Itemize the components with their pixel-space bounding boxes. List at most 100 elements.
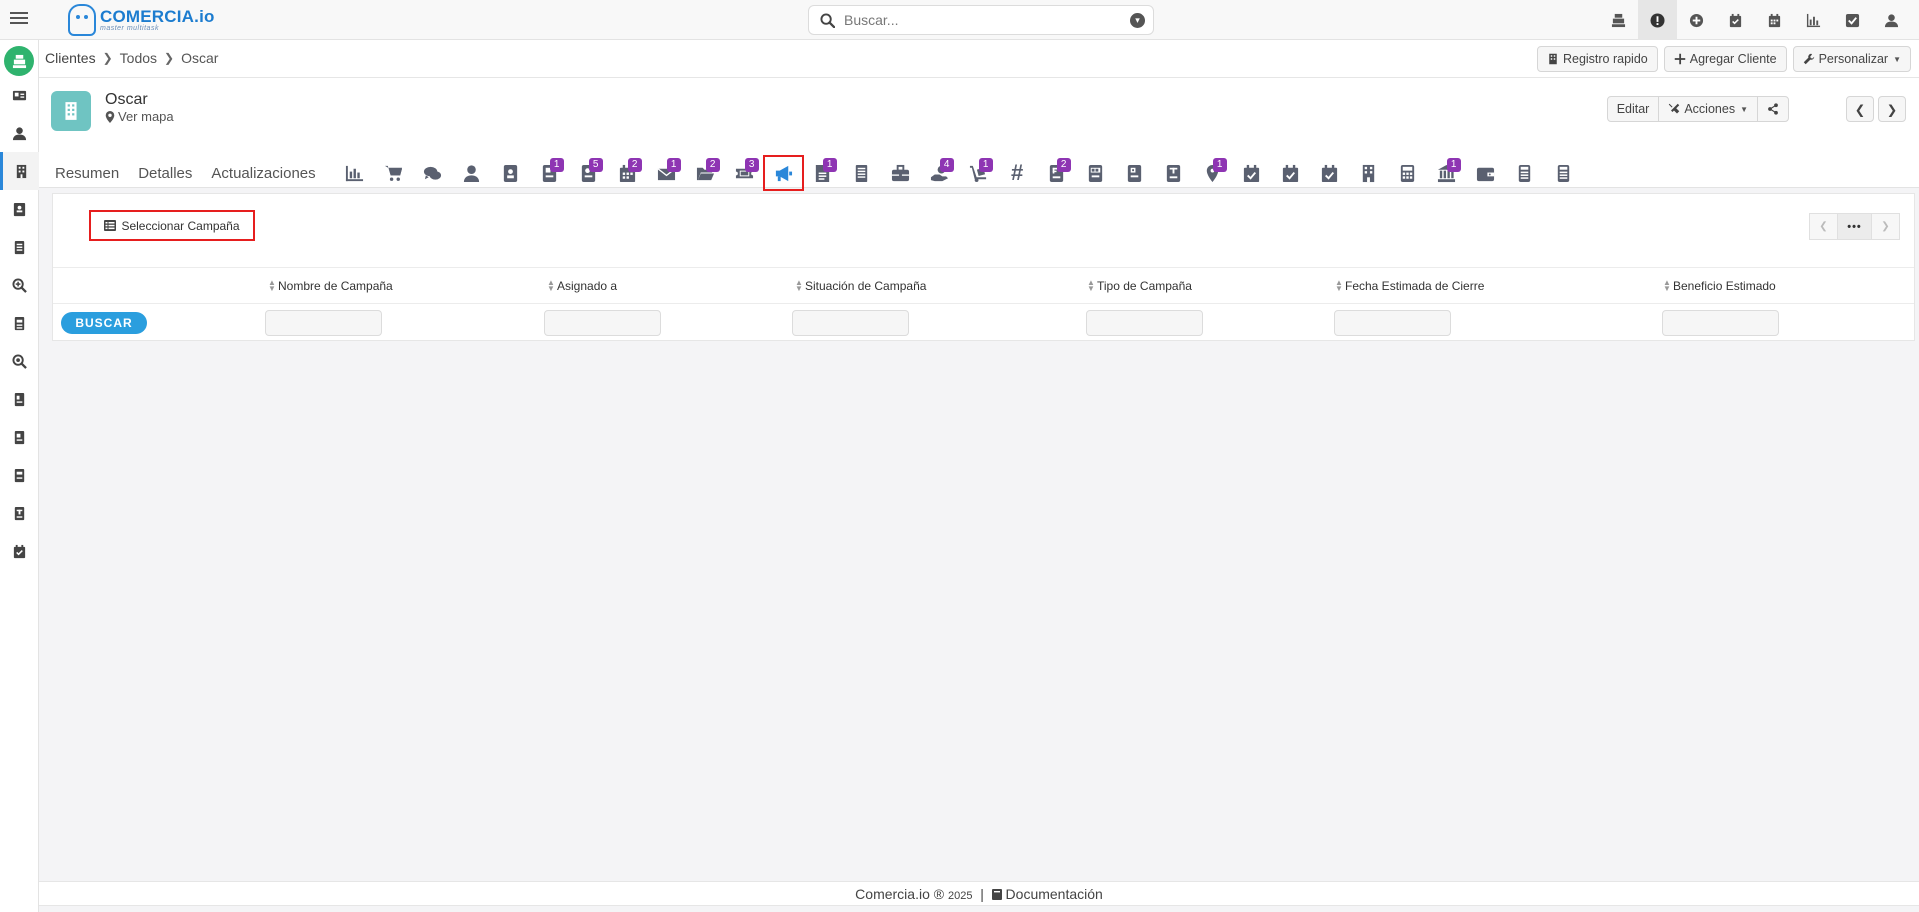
pager-more-button[interactable]: •••	[1837, 213, 1872, 240]
bar-chart-icon[interactable]	[1794, 0, 1833, 40]
buscar-button[interactable]: BUSCAR	[61, 312, 147, 334]
cash-register-icon[interactable]	[1599, 0, 1638, 40]
hamburger-menu-icon[interactable]	[10, 9, 28, 29]
home-register-icon[interactable]	[4, 46, 34, 76]
module-register-icon[interactable]	[1544, 156, 1583, 190]
sidebar-user-icon[interactable]	[0, 114, 39, 152]
pager-prev-button[interactable]: ❮	[1809, 213, 1838, 240]
filter-situacion-input[interactable]	[792, 310, 909, 336]
module-person-icon[interactable]	[452, 156, 491, 190]
module-badge: 2	[627, 158, 642, 172]
module-dolly-icon[interactable]: 1	[959, 156, 998, 190]
module-briefcase-icon[interactable]	[881, 156, 920, 190]
wrench-icon	[1803, 53, 1814, 65]
acciones-label: Acciones	[1684, 102, 1736, 116]
column-nombre-de-campana[interactable]: ▲ ▼ Nombre de Campaña	[268, 279, 393, 294]
filter-asignado-input[interactable]	[544, 310, 661, 336]
column-situacion-de-campana[interactable]: ▲ ▼ Situación de Campaña	[795, 279, 926, 294]
module-invoice-f-icon[interactable]: 2	[1037, 156, 1076, 190]
module-hashtag-icon[interactable]: #	[998, 156, 1037, 190]
left-sidebar	[0, 40, 39, 912]
module-t-doc-icon[interactable]	[1154, 156, 1193, 190]
filter-nombre-input[interactable]	[265, 310, 382, 336]
sidebar-t-doc-icon[interactable]	[0, 494, 39, 532]
agregar-cliente-button[interactable]: Agregar Cliente	[1663, 46, 1787, 72]
module-calendar-check-icon[interactable]	[1232, 156, 1271, 190]
breadcrumb-clientes[interactable]: Clientes	[45, 50, 96, 66]
module-quote-c-icon[interactable]: 1	[530, 156, 569, 190]
module-bank-icon[interactable]: 1	[1427, 156, 1466, 190]
module-cart-icon[interactable]	[374, 156, 413, 190]
search-input[interactable]	[844, 12, 1114, 28]
module-ticket-icon[interactable]: 3	[725, 156, 764, 190]
documentacion-link[interactable]: Documentación	[1006, 886, 1103, 902]
sidebar-contact-book-icon[interactable]	[0, 190, 39, 228]
module-folder-icon[interactable]: 2	[686, 156, 725, 190]
registro-rapido-button[interactable]: Registro rapido	[1536, 46, 1658, 72]
sidebar-search-zoom-icon[interactable]	[0, 342, 39, 380]
module-p-doc-icon[interactable]	[1115, 156, 1154, 190]
caret-down-icon: ▼	[1893, 54, 1901, 64]
sidebar-search-plus-icon[interactable]	[0, 266, 39, 304]
chevron-down-icon[interactable]: ▾	[1130, 13, 1145, 28]
column-asignado-a[interactable]: ▲ ▼ Asignado a	[547, 279, 618, 294]
share-icon	[1768, 103, 1778, 115]
module-calendar-check-icon[interactable]	[1310, 156, 1349, 190]
editar-button[interactable]: Editar	[1606, 96, 1660, 122]
logo-name: COMERCIA.io	[100, 6, 215, 26]
module-calendar-grid-icon[interactable]: 2	[608, 156, 647, 190]
column-beneficio-estimado[interactable]: ▲ ▼ Beneficio Estimado	[1663, 279, 1776, 294]
next-record-button[interactable]: ❯	[1878, 96, 1906, 122]
module-calculator-icon[interactable]	[1388, 156, 1427, 190]
module-email-icon[interactable]: 1	[647, 156, 686, 190]
tab-detalles[interactable]: Detalles	[138, 165, 192, 182]
seleccionar-campana-button[interactable]: Seleccionar Campaña	[89, 210, 255, 241]
sidebar-invoice-icon[interactable]	[0, 380, 39, 418]
module-chart-icon[interactable]	[335, 156, 374, 190]
sidebar-ov-doc-icon[interactable]	[0, 304, 39, 342]
module-ledger-icon[interactable]	[842, 156, 881, 190]
ver-mapa-link[interactable]: Ver mapa	[105, 109, 174, 124]
calendar-check-icon[interactable]	[1716, 0, 1755, 40]
sort-icon: ▲ ▼	[1087, 278, 1095, 293]
module-order-o-icon[interactable]: 5	[569, 156, 608, 190]
module-register-icon[interactable]	[1505, 156, 1544, 190]
alert-icon[interactable]	[1638, 0, 1677, 40]
checkbox-icon[interactable]	[1833, 0, 1872, 40]
plus-circle-icon[interactable]	[1677, 0, 1716, 40]
filter-tipo-input[interactable]	[1086, 310, 1203, 336]
previous-record-button[interactable]: ❮	[1846, 96, 1874, 122]
user-icon[interactable]	[1872, 0, 1911, 40]
sidebar-list-doc-icon[interactable]	[0, 228, 39, 266]
caret-down-icon: ▼	[1740, 104, 1748, 114]
share-button[interactable]	[1757, 96, 1789, 122]
app-logo[interactable]: COMERCIA.io master multitask	[68, 4, 215, 36]
personalizar-button[interactable]: Personalizar ▼	[1792, 46, 1911, 72]
pager-next-button[interactable]: ❯	[1871, 213, 1900, 240]
column-tipo-de-campana[interactable]: ▲ ▼ Tipo de Campaña	[1087, 278, 1192, 294]
module-hand-money-icon[interactable]: 4	[920, 156, 959, 190]
tab-actualizaciones[interactable]: Actualizaciones	[211, 165, 315, 182]
column-fecha-estimada-de-cierre[interactable]: ▲ ▼ Fecha Estimada de Cierre	[1335, 279, 1484, 294]
sidebar-p-doc-icon[interactable]	[0, 418, 39, 456]
filter-fecha-input[interactable]	[1334, 310, 1451, 336]
breadcrumb-todos[interactable]: Todos	[120, 50, 157, 66]
module-credit-note-icon[interactable]	[1076, 156, 1115, 190]
module-map-pin-icon[interactable]: 1	[1193, 156, 1232, 190]
column-label: Asignado a	[557, 279, 618, 293]
module-chat-icon[interactable]	[413, 156, 452, 190]
sidebar-id-card-icon[interactable]	[0, 76, 39, 114]
acciones-button[interactable]: Acciones ▼	[1658, 96, 1758, 122]
module-calendar-check-icon[interactable]	[1271, 156, 1310, 190]
module-building-icon[interactable]	[1349, 156, 1388, 190]
module-wallet-icon[interactable]	[1466, 156, 1505, 190]
sidebar-calendar-check-icon[interactable]	[0, 532, 39, 570]
module-document-icon[interactable]: 1	[803, 156, 842, 190]
sidebar-nc-doc-icon[interactable]	[0, 456, 39, 494]
module-megaphone-icon-active[interactable]	[762, 155, 804, 191]
sidebar-building-icon[interactable]	[0, 152, 39, 190]
filter-beneficio-input[interactable]	[1662, 310, 1779, 336]
module-contacts-icon[interactable]	[491, 156, 530, 190]
tab-resumen[interactable]: Resumen	[55, 165, 119, 182]
calendar-icon[interactable]	[1755, 0, 1794, 40]
